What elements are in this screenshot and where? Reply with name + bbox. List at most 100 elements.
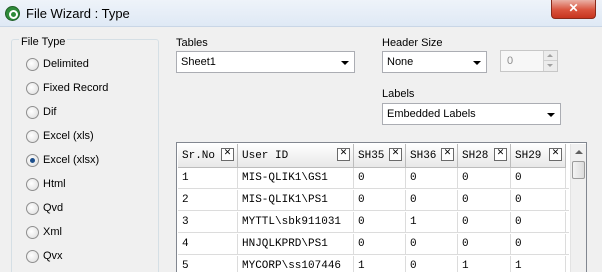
radio-qvx[interactable]: Qvx: [26, 248, 63, 264]
table-cell: MYTTL\sbk911031: [238, 212, 354, 233]
spin-up-arrow-icon[interactable]: [543, 51, 557, 61]
column-header-sh35[interactable]: SH35: [354, 144, 406, 168]
title-bar: File Wizard : Type: [0, 0, 602, 27]
scroll-up-arrow-icon[interactable]: [571, 144, 587, 160]
radio-button[interactable]: [26, 201, 39, 215]
scrollbar-thumb[interactable]: [572, 161, 585, 179]
tables-label: Tables: [176, 37, 208, 49]
column-header-label: Sr.No: [182, 150, 216, 162]
table-cell: 4: [178, 234, 238, 255]
radio-html[interactable]: Html: [26, 176, 66, 192]
table-cell: 1: [406, 212, 458, 233]
table-row: 1 MIS-QLIK1\GS1 0 0 0 0: [178, 168, 569, 189]
table-cell: 3: [178, 212, 238, 233]
radio-label: Delimited: [43, 58, 89, 70]
table-cell: MIS-QLIK1\PS1: [238, 190, 354, 211]
labels-dropdown[interactable]: Embedded Labels: [382, 103, 561, 125]
table-cell: HNJQLKPRD\PS1: [238, 234, 354, 255]
table-cell: 0: [354, 168, 406, 189]
radio-delimited[interactable]: Delimited: [26, 56, 89, 72]
file-type-legend: File Type: [19, 36, 68, 48]
chevron-down-icon: [547, 113, 555, 117]
table-cell: 0: [458, 212, 511, 233]
header-size-spinner[interactable]: 0: [500, 50, 558, 72]
radio-xml[interactable]: Xml: [26, 224, 62, 240]
remove-column-icon[interactable]: [337, 148, 350, 161]
table-cell: 0: [354, 212, 406, 233]
column-header-sh36[interactable]: SH36: [406, 144, 458, 168]
table-cell: 1: [458, 256, 511, 272]
table-cell: 0: [406, 256, 458, 272]
remove-column-icon[interactable]: [494, 148, 507, 161]
table-header-row: Sr.No User ID SH35 SH36 SH28 SH29: [178, 144, 569, 168]
remove-column-icon[interactable]: [221, 148, 234, 161]
table-cell: 2: [178, 190, 238, 211]
header-size-label: Header Size: [382, 37, 443, 49]
table-cell: MIS-QLIK1\GS1: [238, 168, 354, 189]
spinner-value: 0: [507, 55, 514, 67]
radio-excel-xls[interactable]: Excel (xls): [26, 128, 94, 144]
table-cell: 1: [178, 168, 238, 189]
column-header-label: User ID: [242, 150, 289, 162]
table-cell: 0: [354, 234, 406, 255]
radio-label: Fixed Record: [43, 82, 109, 94]
table-cell: 0: [511, 168, 566, 189]
tables-value: Sheet1: [181, 56, 216, 68]
radio-button[interactable]: [26, 129, 39, 143]
header-size-dropdown[interactable]: None: [382, 51, 487, 73]
close-button[interactable]: [551, 0, 596, 19]
column-header-label: SH28: [462, 150, 489, 162]
chevron-down-icon: [473, 61, 481, 65]
header-size-value: None: [387, 56, 414, 68]
radio-button[interactable]: [26, 105, 39, 119]
remove-column-icon[interactable]: [389, 148, 402, 161]
radio-label: Excel (xlsx): [43, 154, 100, 166]
remove-column-icon[interactable]: [441, 148, 454, 161]
radio-label: Html: [43, 178, 66, 190]
radio-button-selected[interactable]: [26, 153, 39, 167]
radio-fixed-record[interactable]: Fixed Record: [26, 80, 108, 96]
radio-button[interactable]: [26, 81, 39, 95]
table-cell: 0: [458, 168, 511, 189]
radio-label: Qvd: [43, 202, 64, 214]
table-cell: 0: [511, 234, 566, 255]
table-cell: 5: [178, 256, 238, 272]
table-cell: 0: [511, 212, 566, 233]
table-cell: 0: [406, 234, 458, 255]
window-title: File Wizard : Type: [26, 6, 130, 21]
remove-column-icon[interactable]: [549, 148, 562, 161]
radio-label: Qvx: [43, 250, 63, 262]
column-header-user-id[interactable]: User ID: [238, 144, 354, 168]
table-cell: 0: [458, 190, 511, 211]
radio-qvd[interactable]: Qvd: [26, 200, 63, 216]
radio-button[interactable]: [26, 225, 39, 239]
table-cell: 1: [511, 256, 566, 272]
table-row: 4 HNJQLKPRD\PS1 0 0 0 0: [178, 234, 569, 255]
column-header-sh29[interactable]: SH29: [511, 144, 566, 168]
chevron-down-icon: [341, 61, 349, 65]
column-header-label: SH29: [515, 150, 542, 162]
radio-excel-xlsx[interactable]: Excel (xlsx): [26, 152, 99, 168]
column-header-label: SH36: [410, 150, 437, 162]
table-cell: 0: [354, 190, 406, 211]
radio-label: Dif: [43, 106, 57, 118]
qlikview-app-icon: [5, 6, 20, 21]
radio-dif[interactable]: Dif: [26, 104, 56, 120]
radio-button[interactable]: [26, 177, 39, 191]
table-row: 5 MYCORP\ss107446 1 0 1 1: [178, 256, 569, 272]
column-header-label: SH35: [358, 150, 385, 162]
table-cell: 0: [406, 168, 458, 189]
table-cell: 0: [406, 190, 458, 211]
radio-label: Xml: [43, 226, 62, 238]
vertical-scrollbar[interactable]: [570, 144, 586, 272]
table-cell: 0: [511, 190, 566, 211]
radio-button[interactable]: [26, 249, 39, 263]
table-cell: 0: [458, 234, 511, 255]
column-header-sh28[interactable]: SH28: [458, 144, 511, 168]
spin-down-arrow-icon[interactable]: [543, 61, 557, 71]
tables-dropdown[interactable]: Sheet1: [176, 51, 355, 73]
radio-button[interactable]: [26, 57, 39, 71]
column-header-sr-no[interactable]: Sr.No: [178, 144, 238, 168]
table-row: 2 MIS-QLIK1\PS1 0 0 0 0: [178, 190, 569, 211]
table-cell: MYCORP\ss107446: [238, 256, 354, 272]
